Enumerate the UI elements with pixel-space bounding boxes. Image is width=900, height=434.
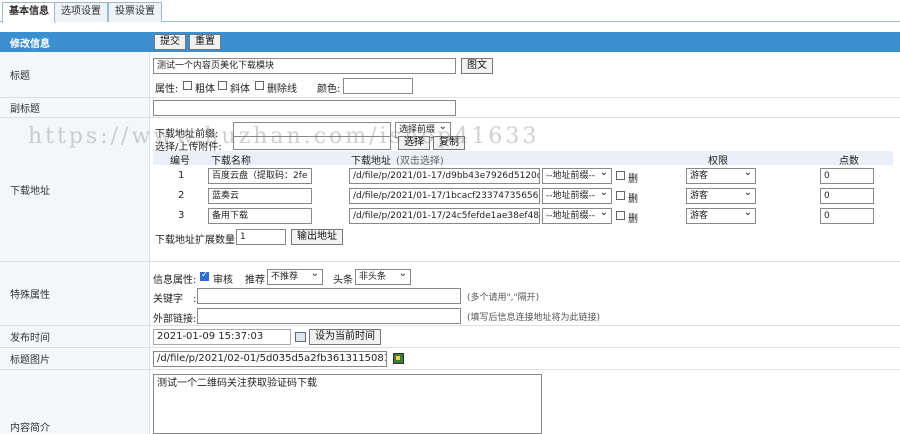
form-header-title: 修改信息: [10, 38, 50, 50]
set-current-time-button[interactable]: 设为当前时间: [309, 329, 381, 345]
addr-prefix-select[interactable]: --地址前缀--: [542, 168, 612, 184]
permission-select[interactable]: 游客: [686, 188, 756, 204]
special-attr-label: 特殊属性: [0, 262, 150, 325]
keyword-hint: (多个请用","隔开): [467, 293, 540, 303]
addr-prefix-select[interactable]: --地址前缀--: [542, 188, 612, 204]
publish-time-input[interactable]: 2021-01-09 15:37:03: [153, 329, 291, 345]
download-name-input[interactable]: 备用下载: [208, 208, 312, 224]
col-url: 下载地址: [351, 156, 391, 167]
publish-time-label: 发布时间: [0, 326, 150, 347]
permission-select[interactable]: 游客: [686, 208, 756, 224]
export-address-button[interactable]: 输出地址: [291, 229, 343, 245]
table-row-no: 2: [178, 190, 185, 201]
color-label: 颜色:: [317, 84, 341, 95]
download-url-input[interactable]: /d/file/p/2021/01-17/24c5fefde1ae38ef486…: [349, 208, 540, 224]
tab-bar: 基本信息 选项设置 投票设置: [0, 0, 900, 23]
delete-checkbox[interactable]: [616, 211, 625, 220]
col-no: 编号: [170, 156, 190, 167]
external-link-label: 外部链接:: [153, 314, 197, 325]
intro-row: 内容简介 测试一个二维码关注获取验证码下载: [0, 370, 900, 434]
delete-label: 删: [628, 174, 638, 185]
tab-basic-info[interactable]: 基本信息: [2, 2, 56, 23]
subtitle-label: 副标题: [0, 98, 150, 117]
strike-checkbox[interactable]: [255, 81, 264, 90]
points-input[interactable]: 0: [820, 188, 874, 204]
title-row: 标题 测试一个内容页美化下载模块 图文 属性: 粗体 斜体 删除线 颜色:: [0, 52, 900, 98]
recommend-select[interactable]: 不推荐: [267, 269, 323, 285]
watermark: https://www.huzhan.com/ishop41633: [28, 124, 540, 149]
points-input[interactable]: 0: [820, 208, 874, 224]
delete-checkbox[interactable]: [616, 191, 625, 200]
image-text-button[interactable]: 图文: [461, 58, 493, 74]
subtitle-row: 副标题: [0, 98, 900, 118]
audit-checkbox[interactable]: [200, 270, 209, 281]
title-input[interactable]: 测试一个内容页美化下载模块: [153, 58, 456, 74]
download-name-input[interactable]: 蓝奏云: [208, 188, 312, 204]
intro-label: 内容简介: [0, 370, 150, 434]
submit-button[interactable]: 提交: [154, 34, 186, 50]
special-attr-row: 特殊属性 信息属性: 审核 推荐 不推荐 头条 非头条 关键字 : (多个请用"…: [0, 262, 900, 326]
delete-label: 删: [628, 194, 638, 205]
col-perm: 权限: [708, 156, 728, 167]
title-image-row: 标题图片 /d/file/p/2021/02-01/5d035d5a2fb361…: [0, 348, 900, 370]
col-url-hint: (双击选择): [396, 156, 444, 167]
permission-select[interactable]: 游客: [686, 168, 756, 184]
points-input[interactable]: 0: [820, 168, 874, 184]
addr-prefix-select[interactable]: --地址前缀--: [542, 208, 612, 224]
subtitle-input[interactable]: [153, 100, 456, 116]
col-name: 下载名称: [211, 156, 251, 167]
tab-vote-settings[interactable]: 投票设置: [108, 2, 162, 22]
external-link-hint: (填写后信息连接地址将为此链接): [467, 313, 601, 323]
title-image-label: 标题图片: [0, 348, 150, 369]
form-header: 修改信息 提交 重置: [0, 32, 900, 52]
external-link-input[interactable]: [197, 308, 461, 324]
calendar-icon[interactable]: [295, 332, 306, 342]
download-url-input[interactable]: /d/file/p/2021/01-17/d9bb43e7926d5120c50…: [349, 168, 540, 184]
col-points: 点数: [839, 156, 859, 167]
title-label: 标题: [0, 52, 150, 97]
color-input[interactable]: [343, 78, 413, 94]
headline-select[interactable]: 非头条: [355, 269, 411, 285]
keyword-label: 关键字 :: [153, 294, 197, 305]
ext-count-input[interactable]: 1: [236, 229, 286, 245]
strike-label: 删除线: [267, 84, 297, 95]
bold-label: 粗体: [195, 84, 215, 95]
table-row-no: 1: [178, 170, 185, 181]
italic-checkbox[interactable]: [218, 81, 227, 90]
recommend-label: 推荐: [245, 275, 265, 286]
headline-label: 头条: [333, 275, 353, 286]
keyword-input[interactable]: [197, 288, 461, 304]
delete-checkbox[interactable]: [616, 171, 625, 180]
intro-textarea[interactable]: 测试一个二维码关注获取验证码下载: [153, 374, 542, 434]
download-url-input[interactable]: /d/file/p/2021/01-17/1bcacf233747356568b…: [349, 188, 540, 204]
publish-time-row: 发布时间 2021-01-09 15:37:03 设为当前时间: [0, 326, 900, 348]
tab-option-settings[interactable]: 选项设置: [54, 2, 108, 22]
info-attr-label: 信息属性:: [153, 275, 197, 286]
title-image-input[interactable]: /d/file/p/2021/02-01/5d035d5a2fb36131150…: [153, 351, 387, 367]
image-select-icon[interactable]: [393, 353, 404, 364]
reset-button[interactable]: 重置: [189, 34, 221, 50]
attr-label: 属性:: [155, 84, 179, 95]
table-row-no: 3: [178, 210, 185, 221]
ext-count-label: 下载地址扩展数量:: [155, 235, 239, 246]
audit-label: 审核: [213, 275, 233, 286]
download-name-input[interactable]: 百度云盘（提取码：2fe: [208, 168, 312, 184]
delete-label: 删: [628, 214, 638, 225]
bold-checkbox[interactable]: [183, 81, 192, 90]
italic-label: 斜体: [230, 84, 250, 95]
download-table-header: 编号 下载名称 下载地址 (双击选择) 权限 点数: [153, 151, 893, 167]
